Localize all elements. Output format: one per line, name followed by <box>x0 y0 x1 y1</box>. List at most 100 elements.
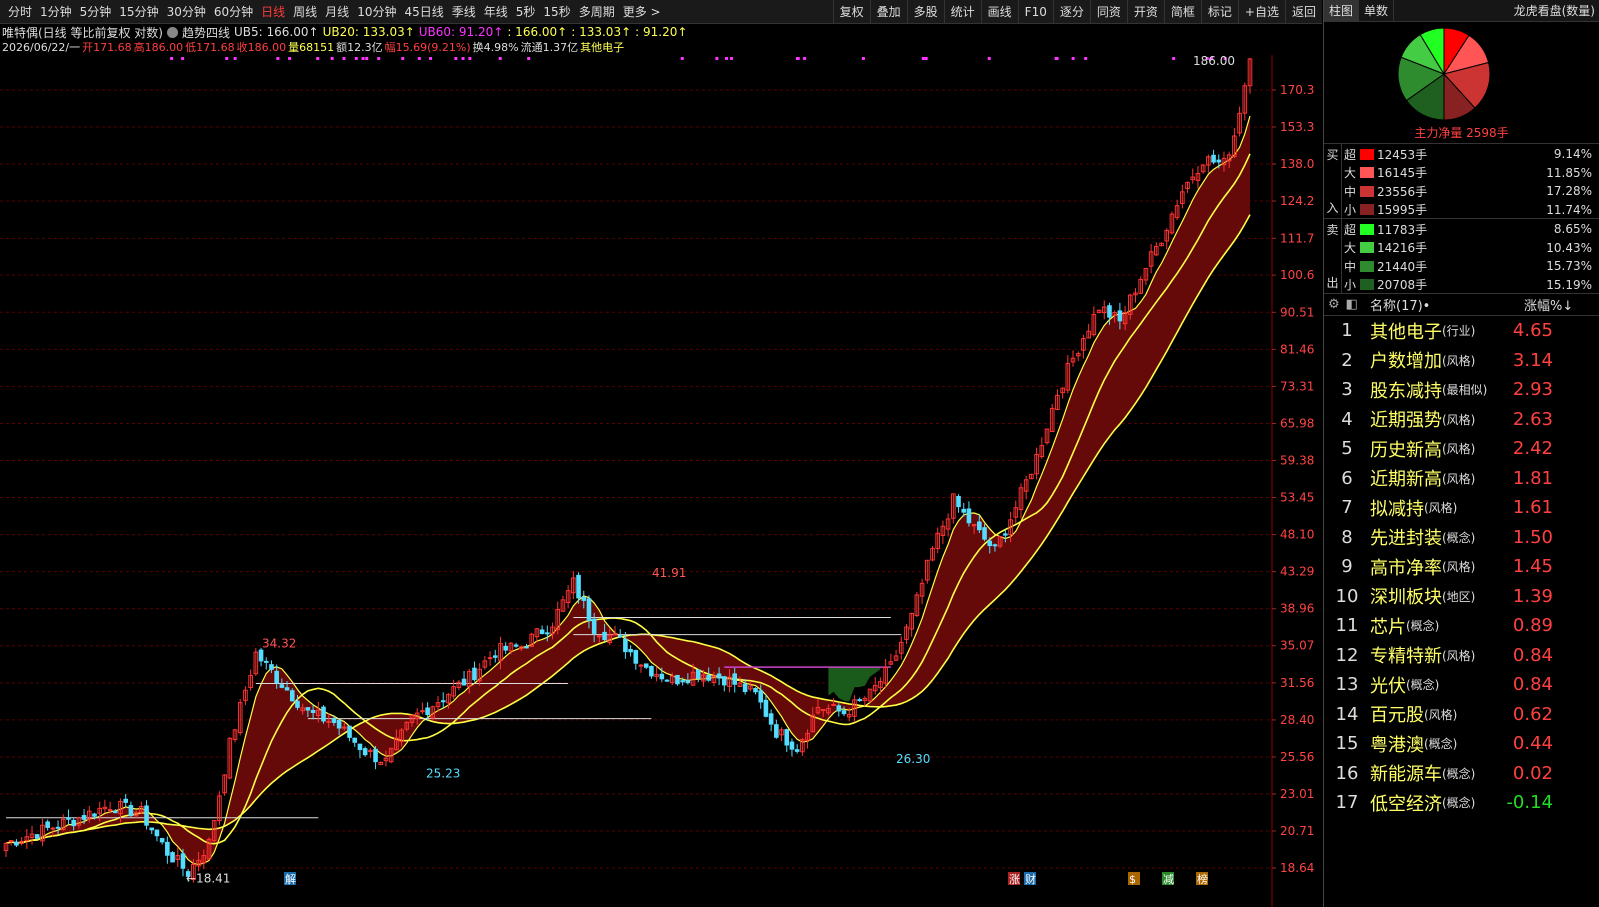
sell-flow-row: 中 21440手 15.73% <box>1344 257 1592 275</box>
toolbar-button[interactable]: 逐分 <box>1052 0 1090 23</box>
period-tab[interactable]: 15秒 <box>539 0 574 24</box>
toolbar-button[interactable]: F10 <box>1017 0 1053 23</box>
period-tab[interactable]: 多周期 <box>575 0 619 24</box>
kline-svg[interactable]: 170.3 153.3 138.0 124.2 111.7 100.6 90.51 81.46… <box>0 55 1322 907</box>
list-item[interactable]: 10 深圳板块 (地区) 1.39 <box>1324 582 1599 612</box>
signal-dot <box>417 57 421 60</box>
candle-body <box>753 687 758 693</box>
event-marker-label: 减 <box>1163 873 1174 886</box>
period-tab[interactable]: 45日线 <box>400 0 447 24</box>
signal-dot <box>680 57 684 60</box>
list-item[interactable]: 5 历史新高 (风格) 2.42 <box>1324 434 1599 464</box>
candle-body <box>695 669 701 679</box>
signal-dot <box>454 57 458 60</box>
sector-list: 1 其他电子 (行业) 4.65 2 户数增加 (风格) 3.14 3 股东减持 (最相似) 2.93… <box>1324 316 1599 818</box>
settings-icon[interactable] <box>167 26 178 38</box>
candle-body <box>706 674 711 681</box>
period-tab[interactable]: 分时 <box>4 0 36 24</box>
list-item[interactable]: 1 其他电子 (行业) 4.65 <box>1324 316 1599 346</box>
sector-name: 低空经济 <box>1370 793 1442 815</box>
flow-size: 大 <box>1344 166 1357 180</box>
toolbar-button[interactable]: 叠加 <box>869 0 907 23</box>
period-tab[interactable]: 月线 <box>321 0 353 24</box>
list-index: 2 <box>1341 349 1353 371</box>
period-tab[interactable]: 5分钟 <box>76 0 116 24</box>
kline-chart[interactable]: 170.3 153.3 138.0 124.2 111.7 100.6 90.51 81.46… <box>0 55 1322 907</box>
flow-swatch <box>1360 204 1374 215</box>
candle-body <box>820 708 826 711</box>
price-annotation: 26.30 <box>896 752 930 766</box>
period-tab[interactable]: 1分钟 <box>36 0 76 24</box>
period-tab[interactable]: 60分钟 <box>210 0 257 24</box>
toolbar-button[interactable]: 返回 <box>1284 0 1322 23</box>
list-item[interactable]: 11 芯片 (概念) 0.89 <box>1324 611 1599 641</box>
toolbar-button[interactable]: 开资 <box>1126 0 1164 23</box>
list-header-pct[interactable]: 涨幅%↓ <box>1524 295 1573 314</box>
tab-bar-chart[interactable]: 柱图 <box>1324 0 1360 22</box>
list-index: 8 <box>1341 526 1353 548</box>
toolbar-button[interactable]: 复权 <box>832 0 870 23</box>
signal-dot <box>342 57 346 60</box>
period-tab[interactable]: 更多 > <box>619 0 665 24</box>
indicator-name[interactable]: 趋势四线 <box>182 24 230 41</box>
list-index: 16 <box>1335 762 1359 784</box>
list-item[interactable]: 4 近期强势 (风格) 2.63 <box>1324 405 1599 435</box>
period-tab[interactable]: 10分钟 <box>353 0 400 24</box>
list-item[interactable]: 12 专精特新 (风格) 0.84 <box>1324 641 1599 671</box>
list-item[interactable]: 2 户数增加 (风格) 3.14 <box>1324 346 1599 376</box>
candle-body <box>591 618 597 634</box>
list-item[interactable]: 6 近期新高 (风格) 1.81 <box>1324 464 1599 494</box>
toolbar-button[interactable]: 多股 <box>906 0 944 23</box>
toolbar-button[interactable]: 标记 <box>1200 0 1238 23</box>
candle-body <box>966 508 972 524</box>
candle-body <box>331 718 337 723</box>
toolbar-button[interactable]: 统计 <box>943 0 981 23</box>
sector-pct: 0.44 <box>1512 733 1553 755</box>
y-tick-label: 28.40 <box>1280 713 1314 727</box>
sector-tag: (概念) <box>1442 796 1476 811</box>
sector-tag: (行业) <box>1442 324 1476 339</box>
toolbar-button[interactable]: 画线 <box>980 0 1018 23</box>
list-item[interactable]: 17 低空经济 (概念) -0.14 <box>1324 788 1599 818</box>
buy-flow-row: 小 15995手 11.74% <box>1344 201 1592 219</box>
flow-size: 中 <box>1344 184 1357 199</box>
signal-dot <box>428 57 432 60</box>
list-item[interactable]: 15 粤港澳 (概念) 0.44 <box>1324 729 1599 759</box>
event-marker-label: $ <box>1129 873 1136 886</box>
list-header-name[interactable]: 名称(17)• <box>1370 295 1470 314</box>
list-item[interactable]: 13 光伏 (概念) 0.84 <box>1324 670 1599 700</box>
ub60-value: UB60: 91.20↑ <box>418 25 504 39</box>
tab-order-count[interactable]: 单数 <box>1359 0 1395 22</box>
period-tab[interactable]: 5秒 <box>512 0 540 24</box>
gear-icon[interactable]: ⚙ <box>1328 297 1340 312</box>
y-tick-label: 111.7 <box>1280 231 1314 245</box>
y-tick-label: 18.64 <box>1280 861 1314 875</box>
candle-body <box>492 655 498 658</box>
sell-flow-block: 卖 出 超 11783手 8.65% 大 14216手 10.43% 中 21440手 15.7… <box>1324 219 1599 294</box>
list-item[interactable]: 7 拟减持 (风格) 1.61 <box>1324 493 1599 523</box>
quote-sector[interactable]: 其他电子 <box>580 39 624 55</box>
sector-name: 百元股 <box>1370 705 1424 727</box>
candle-body <box>524 646 529 649</box>
period-tab[interactable]: 15分钟 <box>115 0 162 24</box>
list-item[interactable]: 9 高市净率 (风格) 1.45 <box>1324 552 1599 582</box>
list-item[interactable]: 8 先进封装 (概念) 1.50 <box>1324 523 1599 553</box>
list-item[interactable]: 16 新能源车 (概念) 0.02 <box>1324 759 1599 789</box>
candle-body <box>295 700 300 708</box>
period-tab[interactable]: 日线 <box>257 0 289 24</box>
sector-name: 户数增加 <box>1370 351 1442 373</box>
toolbar-button[interactable]: 同资 <box>1089 0 1127 23</box>
period-tab[interactable]: 30分钟 <box>163 0 210 24</box>
period-tab[interactable]: 年线 <box>480 0 512 24</box>
period-tab[interactable]: 季线 <box>448 0 480 24</box>
panel-icon[interactable]: ◧ <box>1346 297 1358 312</box>
period-tab[interactable]: 周线 <box>289 0 321 24</box>
y-tick-label: 53.45 <box>1280 491 1314 505</box>
list-item[interactable]: 3 股东减持 (最相似) 2.93 <box>1324 375 1599 405</box>
signal-dot <box>461 57 465 60</box>
list-item[interactable]: 14 百元股 (风格) 0.62 <box>1324 700 1599 730</box>
sector-list-header: ⚙ ◧ 名称(17)• 涨幅%↓ <box>1324 294 1599 316</box>
toolbar-button[interactable]: 简框 <box>1163 0 1201 23</box>
toolbar-button[interactable]: +自选 <box>1237 0 1285 23</box>
sector-pct: 4.65 <box>1512 320 1553 342</box>
